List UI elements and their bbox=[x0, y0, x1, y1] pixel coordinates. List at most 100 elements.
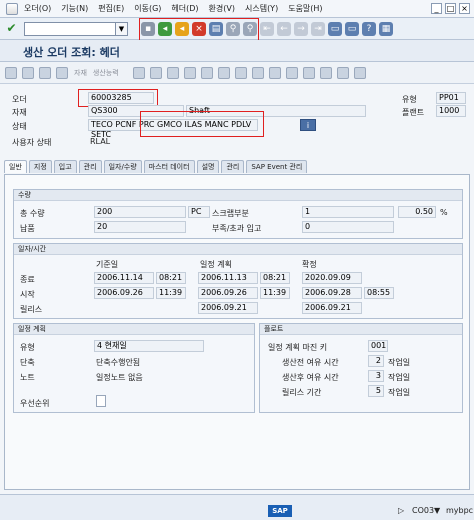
end-confirmed-date-field[interactable]: 2020.09.09 bbox=[302, 272, 362, 284]
menu-help[interactable]: 도움말(H) bbox=[288, 3, 322, 14]
close-icon[interactable]: × bbox=[459, 3, 470, 14]
layout-icon[interactable]: ▦ bbox=[379, 21, 393, 36]
minimize-icon[interactable]: _ bbox=[431, 3, 442, 14]
next-page-icon[interactable]: → bbox=[294, 21, 308, 36]
menu-order[interactable]: 오더(O) bbox=[24, 3, 51, 14]
note-label: 노트 bbox=[20, 373, 35, 382]
menu-system[interactable]: 시스템(Y) bbox=[245, 3, 278, 14]
status-expand-icon[interactable]: ▷ bbox=[398, 506, 404, 515]
short-over-receipt-field[interactable]: 0 bbox=[302, 221, 394, 233]
status-icon[interactable] bbox=[149, 66, 162, 79]
end-scheduled-time-field[interactable]: 08:21 bbox=[260, 272, 290, 284]
shop-floor-icon[interactable] bbox=[200, 66, 213, 79]
components-icon[interactable] bbox=[22, 66, 34, 79]
status-bar: SAP ▷ CO03 ▼ mybpc bbox=[0, 494, 474, 520]
tree-icon[interactable] bbox=[268, 66, 281, 79]
material-button[interactable]: 자재 bbox=[74, 68, 87, 78]
menu-goto[interactable]: 이동(G) bbox=[134, 3, 161, 14]
scheduling-group-title: 일정 계획 bbox=[14, 324, 254, 335]
scrap-percent-field[interactable]: 0.50 bbox=[398, 206, 436, 218]
enter-icon[interactable]: ✔ bbox=[5, 22, 18, 35]
menu-function[interactable]: 기능(N) bbox=[61, 3, 88, 14]
end-basic-date-field[interactable]: 2006.11.14 bbox=[94, 272, 154, 284]
capacity-button[interactable]: 생산능력 bbox=[93, 68, 119, 78]
annotation-box-status bbox=[140, 111, 264, 137]
basic-date-header: 기준일 bbox=[96, 260, 119, 269]
header-icon[interactable] bbox=[336, 66, 349, 79]
release-confirmed-date-field[interactable]: 2006.09.21 bbox=[302, 302, 362, 314]
tab-strip: 일반 지정 입고 관리 일자/수량 마스터 데이터 설명 관리 SAP Even… bbox=[4, 160, 470, 174]
percent-sign: % bbox=[440, 208, 448, 217]
float-group: 플로트 일정 계획 마진 키 001 생산전 여유 시간 2 작업일 생산후 여… bbox=[259, 323, 463, 413]
start-confirmed-date-field[interactable]: 2006.09.28 bbox=[302, 287, 362, 299]
help-icon[interactable]: ? bbox=[362, 21, 376, 36]
shortcut-icon[interactable]: ▭ bbox=[345, 21, 359, 36]
start-confirmed-time-field[interactable]: 08:55 bbox=[364, 287, 394, 299]
application-toolbar: 자재 생산능력 bbox=[0, 62, 474, 84]
start-basic-date-field[interactable]: 2006.09.26 bbox=[94, 287, 154, 299]
reduction-label: 단축 bbox=[20, 358, 35, 367]
pmr-icon[interactable] bbox=[183, 66, 196, 79]
menu-environment[interactable]: 환경(V) bbox=[209, 3, 235, 14]
menu-edit[interactable]: 편집(E) bbox=[98, 3, 124, 14]
copy-icon[interactable] bbox=[166, 66, 179, 79]
plant-field[interactable]: 1000 bbox=[436, 105, 466, 117]
short-over-receipt-label: 부족/초과 입고 bbox=[212, 224, 262, 233]
menu-header[interactable]: 헤더(D) bbox=[171, 3, 198, 14]
tab-general[interactable]: 일반 bbox=[4, 160, 27, 173]
start-scheduled-date-field[interactable]: 2006.09.26 bbox=[198, 287, 258, 299]
tab-goods-receipt[interactable]: 입고 bbox=[53, 160, 77, 173]
settlement-icon[interactable] bbox=[217, 66, 230, 79]
command-dropdown-icon[interactable]: ▼ bbox=[116, 21, 128, 36]
scheduling-type-field[interactable]: 4 현재일 bbox=[94, 340, 204, 352]
release-period-field[interactable]: 5 bbox=[368, 385, 384, 397]
float-before-field[interactable]: 2 bbox=[368, 355, 384, 367]
status-info-button[interactable]: i bbox=[300, 119, 316, 131]
sap-menu-icon[interactable] bbox=[6, 2, 18, 15]
cube-icon[interactable] bbox=[251, 66, 264, 79]
maximize-icon[interactable]: □ bbox=[445, 3, 456, 14]
operation-overview-icon[interactable] bbox=[5, 66, 17, 79]
user-status-label: 사용자 상태 bbox=[12, 138, 52, 147]
scheduling-margin-key-field[interactable]: 001 bbox=[368, 340, 388, 352]
grid-icon[interactable] bbox=[353, 66, 366, 79]
documents-icon[interactable] bbox=[39, 66, 51, 79]
type-field[interactable]: PP01 bbox=[436, 92, 466, 104]
first-page-icon[interactable]: ⇤ bbox=[260, 21, 274, 36]
release-scheduled-date-field[interactable]: 2006.09.21 bbox=[198, 302, 258, 314]
start-basic-time-field[interactable]: 11:39 bbox=[156, 287, 186, 299]
tab-long-text[interactable]: 설명 bbox=[196, 160, 220, 173]
chart-icon[interactable] bbox=[302, 66, 315, 79]
order-label: 오더 bbox=[12, 95, 27, 104]
previous-page-icon[interactable]: ← bbox=[277, 21, 291, 36]
page-title: 생산 오더 조회: 헤더 bbox=[23, 46, 120, 59]
new-session-icon[interactable]: ▭ bbox=[328, 21, 342, 36]
materials-icon[interactable] bbox=[56, 66, 68, 79]
tab-dates-quantities[interactable]: 일자/수량 bbox=[103, 160, 142, 173]
tab-administration[interactable]: 관리 bbox=[221, 160, 245, 173]
delivered-label: 납품 bbox=[20, 224, 35, 233]
quantity-unit-field[interactable]: PC bbox=[188, 206, 210, 218]
tab-master-data[interactable]: 마스터 데이터 bbox=[143, 160, 195, 173]
tab-sap-event-management[interactable]: SAP Event 관리 bbox=[246, 160, 308, 173]
last-page-icon[interactable]: ⇥ bbox=[311, 21, 325, 36]
session-dropdown-icon[interactable]: ▼ bbox=[434, 506, 440, 515]
tab-control[interactable]: 관리 bbox=[78, 160, 102, 173]
priority-field[interactable] bbox=[96, 395, 106, 407]
tab-assignment[interactable]: 지정 bbox=[28, 160, 52, 173]
start-scheduled-time-field[interactable]: 11:39 bbox=[260, 287, 290, 299]
material-label: 자재 bbox=[12, 108, 27, 117]
end-basic-time-field[interactable]: 08:21 bbox=[156, 272, 186, 284]
scrap-field[interactable]: 1 bbox=[302, 206, 394, 218]
float-after-label: 생산후 여유 시간 bbox=[282, 373, 339, 382]
end-scheduled-date-field[interactable]: 2006.11.13 bbox=[198, 272, 258, 284]
cost-icon[interactable] bbox=[132, 66, 145, 79]
command-field[interactable] bbox=[24, 21, 116, 36]
delivered-field[interactable]: 20 bbox=[94, 221, 186, 233]
trace-icon[interactable] bbox=[285, 66, 298, 79]
total-quantity-field[interactable]: 200 bbox=[94, 206, 186, 218]
float-after-field[interactable]: 3 bbox=[368, 370, 384, 382]
info-icon[interactable] bbox=[234, 66, 247, 79]
list-icon[interactable] bbox=[319, 66, 332, 79]
session-info[interactable]: CO03 bbox=[412, 506, 434, 515]
